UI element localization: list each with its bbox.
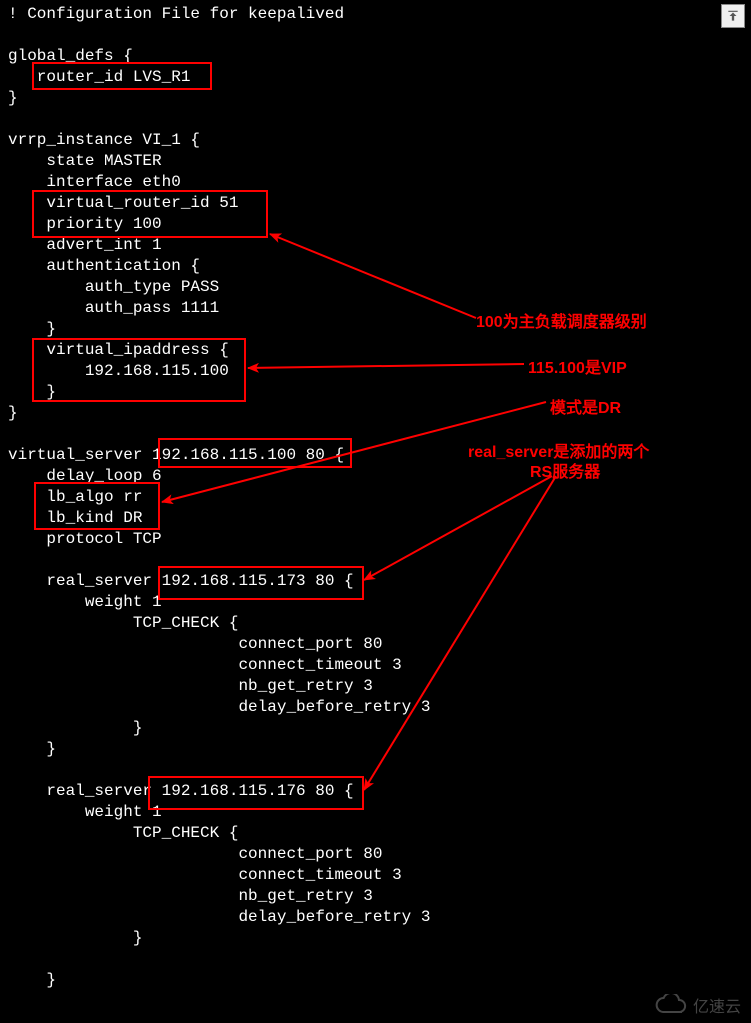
watermark-text: 亿速云 — [693, 993, 741, 1017]
annotation-mode: 模式是DR — [550, 394, 621, 418]
arrow-up-bar-icon — [726, 9, 740, 23]
highlight-real-server-2 — [148, 776, 364, 810]
annotation-rs-line2: RS服务器 — [530, 458, 600, 482]
highlight-virtual-ipaddress — [32, 338, 246, 402]
highlight-lb-mode — [34, 482, 160, 530]
watermark: 亿速云 — [653, 993, 741, 1017]
highlight-virtual-server-ip — [158, 438, 352, 468]
highlight-router-id — [32, 62, 212, 90]
annotation-vip: 115.100是VIP — [528, 354, 627, 378]
highlight-real-server-1 — [158, 566, 364, 600]
annotation-priority: 100为主负载调度器级别 — [476, 308, 647, 332]
cloud-icon — [653, 994, 687, 1016]
scroll-top-button[interactable] — [721, 4, 745, 28]
highlight-vrrp-priority — [32, 190, 268, 238]
